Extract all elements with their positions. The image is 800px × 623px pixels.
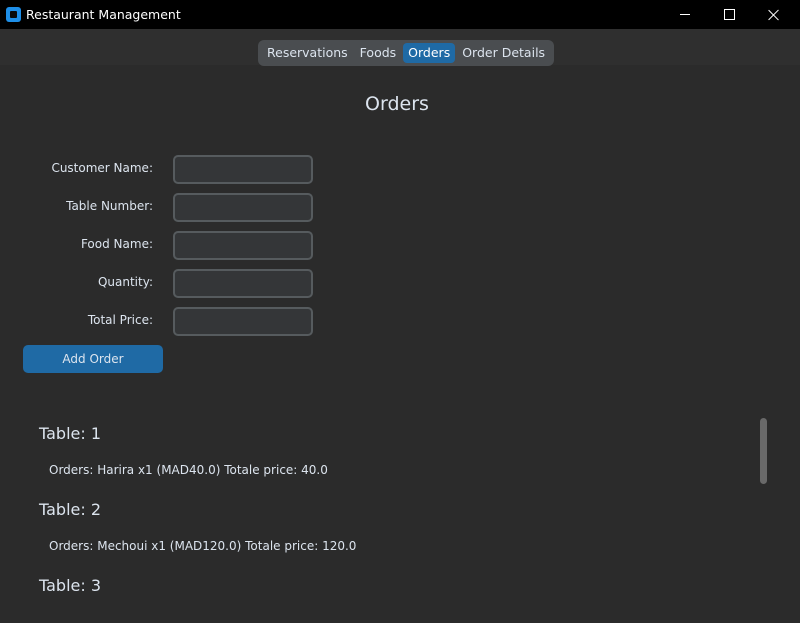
maximize-button[interactable] — [706, 0, 752, 29]
minimize-button[interactable] — [662, 0, 708, 29]
orders-list: Table: 1 Orders: Harira x1 (MAD40.0) Tot… — [0, 410, 760, 623]
table-number-label: Table Number: — [66, 199, 153, 213]
quantity-row: Quantity: — [0, 269, 320, 298]
app-icon — [6, 7, 21, 22]
close-button[interactable] — [751, 0, 797, 29]
table-number-row: Table Number: — [0, 193, 320, 222]
food-name-label: Food Name: — [80, 237, 153, 251]
total-price-row: Total Price: — [0, 307, 320, 336]
table-orders-summary: Orders: Mechoui x1 (MAD120.0) Totale pri… — [49, 539, 357, 553]
food-name-input[interactable] — [173, 231, 313, 260]
quantity-input[interactable] — [173, 269, 313, 298]
close-icon — [768, 9, 780, 21]
total-price-input[interactable] — [173, 307, 313, 336]
add-order-button[interactable]: Add Order — [23, 345, 163, 373]
food-name-row: Food Name: — [0, 231, 320, 260]
minimize-icon — [680, 14, 690, 15]
tab-foods[interactable]: Foods — [355, 43, 402, 63]
tab-order-details[interactable]: Order Details — [457, 43, 550, 63]
page-title: Orders — [365, 93, 429, 115]
table-heading: Table: 1 — [39, 424, 102, 443]
customer-name-row: Customer Name: — [0, 155, 320, 184]
maximize-icon — [723, 9, 735, 20]
total-price-label: Total Price: — [87, 313, 153, 327]
tab-strip: Reservations Foods Orders Order Details — [258, 40, 555, 66]
orders-scrollbar[interactable] — [760, 418, 767, 484]
quantity-label: Quantity: — [97, 275, 153, 289]
customer-name-input[interactable] — [173, 155, 313, 184]
window-title: Restaurant Management — [26, 7, 181, 22]
table-number-input[interactable] — [173, 193, 313, 222]
title-bar: Restaurant Management — [0, 0, 800, 29]
tab-reservations[interactable]: Reservations — [262, 43, 353, 63]
table-orders-summary: Orders: Harira x1 (MAD40.0) Totale price… — [49, 463, 328, 477]
table-heading: Table: 3 — [39, 576, 102, 595]
table-heading: Table: 2 — [39, 500, 102, 519]
customer-name-label: Customer Name: — [51, 161, 153, 175]
tab-orders[interactable]: Orders — [403, 43, 456, 63]
